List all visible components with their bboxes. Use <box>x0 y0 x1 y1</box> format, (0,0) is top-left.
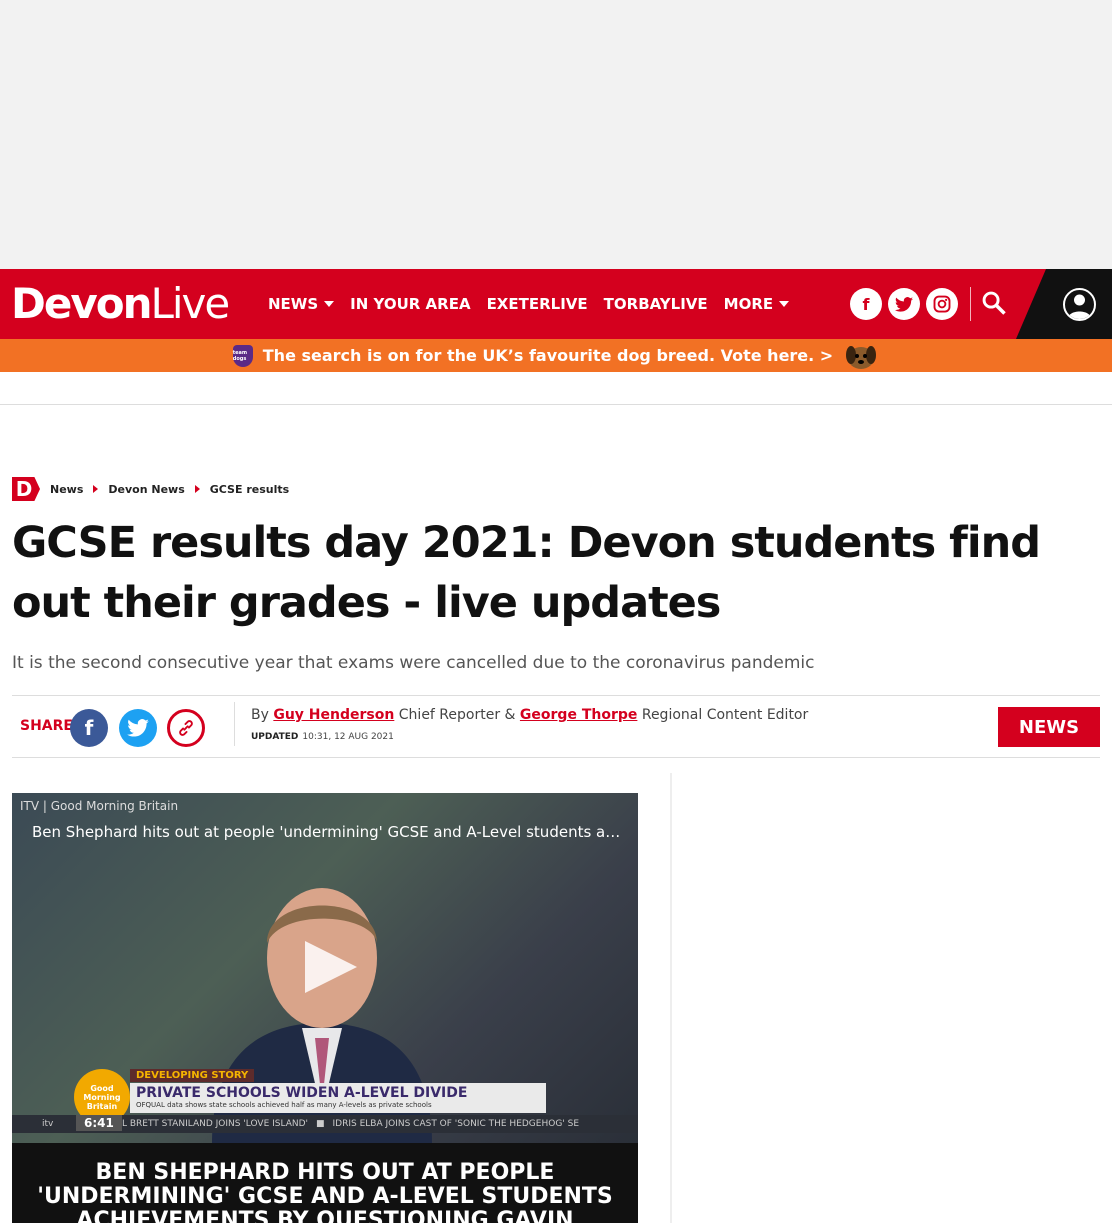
byline-prefix: By <box>251 707 269 723</box>
share-label: SHARE <box>20 718 73 734</box>
main-nav: NEWS IN YOUR AREA EXETERLIVE TORBAYLIVE … <box>268 269 790 339</box>
twitter-icon[interactable] <box>888 288 920 320</box>
nav-label: TORBAYLIVE <box>603 295 708 313</box>
sub-header-strip <box>0 372 1112 405</box>
logo-bold-text: Devon <box>11 279 152 328</box>
site-header: DevonLive NEWS IN YOUR AREA EXETERLIVE T… <box>0 269 1112 339</box>
nav-label: EXETERLIVE <box>486 295 588 313</box>
developing-story-label: DEVELOPING STORY <box>130 1069 255 1082</box>
section-tag[interactable]: NEWS <box>998 707 1100 747</box>
account-area <box>1016 269 1112 339</box>
advertisement-space <box>0 0 1112 269</box>
breadcrumb-devon-news[interactable]: Devon News <box>108 483 184 496</box>
video-caption: BEN SHEPHARD HITS OUT AT PEOPLE 'UNDERMI… <box>12 1143 638 1223</box>
header-divider <box>970 287 971 321</box>
article-standfirst: It is the second consecutive year that e… <box>12 653 815 673</box>
team-dogs-badge: team dogs <box>232 344 253 367</box>
byline-divider <box>234 702 235 746</box>
ticker-bullet: ■ <box>316 1119 325 1129</box>
nav-label: MORE <box>723 295 774 313</box>
article-headline: GCSE results day 2021: Devon students fi… <box>12 518 1041 628</box>
devonlive-d-logo[interactable]: D <box>12 477 40 501</box>
lower-third-sub: OFQUAL data shows state schools achieved… <box>136 1101 432 1109</box>
account-icon[interactable] <box>1063 288 1096 321</box>
video-player[interactable]: ITV | Good Morning Britain Ben Shephard … <box>12 793 638 1143</box>
nav-item-exeterlive[interactable]: EXETERLIVE <box>487 295 588 313</box>
author-role: Chief Reporter & <box>398 707 516 723</box>
column-divider <box>670 773 672 1223</box>
copy-link-button[interactable] <box>167 709 205 747</box>
breadcrumb-news[interactable]: News <box>50 483 83 496</box>
author-role: Regional Content Editor <box>641 707 809 723</box>
video-source: ITV | Good Morning Britain <box>20 799 179 813</box>
devonlive-logo[interactable]: DevonLive <box>11 283 230 325</box>
caret-down-icon <box>324 301 335 307</box>
updated-timestamp: UPDATED 10:31, 12 AUG 2021 <box>251 732 394 742</box>
author-link[interactable]: George Thorpe <box>520 707 637 723</box>
lower-third: PRIVATE SCHOOLS WIDEN A-LEVEL DIVIDE OFQ… <box>130 1083 546 1113</box>
promo-text: The search is on for the UK’s favourite … <box>262 346 834 365</box>
nav-item-more[interactable]: MORE <box>723 295 790 313</box>
caret-down-icon <box>779 301 790 307</box>
breadcrumb: D News Devon News GCSE results <box>12 477 289 501</box>
dog-icon <box>846 345 877 369</box>
itv-logo: itv <box>42 1119 54 1129</box>
video-title: Ben Shephard hits out at people 'undermi… <box>32 823 622 841</box>
ticker-item: IDRIS ELBA JOINS CAST OF 'SONIC THE HEDG… <box>332 1119 580 1129</box>
byline: By Guy Henderson Chief Reporter & George… <box>251 707 808 723</box>
updated-time: 10:31, 12 AUG 2021 <box>302 732 394 742</box>
video-duration: 6:41 <box>76 1115 122 1131</box>
breadcrumb-arrow-icon <box>93 485 99 493</box>
breadcrumb-gcse-results[interactable]: GCSE results <box>210 483 289 496</box>
instagram-icon[interactable] <box>926 288 958 320</box>
social-links: f <box>850 288 958 320</box>
logo-light-text: Live <box>150 279 230 328</box>
author-link[interactable]: Guy Henderson <box>273 707 394 723</box>
share-facebook-button[interactable]: f <box>70 709 108 747</box>
play-icon[interactable] <box>305 941 357 993</box>
lower-third-headline: PRIVATE SCHOOLS WIDEN A-LEVEL DIVIDE <box>136 1085 468 1101</box>
nav-item-torbaylive[interactable]: TORBAYLIVE <box>604 295 708 313</box>
updated-label: UPDATED <box>251 732 299 742</box>
promo-banner[interactable]: team dogs The search is on for the UK’s … <box>0 339 1112 372</box>
breadcrumb-arrow-icon <box>194 485 200 493</box>
byline-bar: SHARE f By Guy Henderson Chief Reporter … <box>12 695 1100 758</box>
nav-label: NEWS <box>268 295 319 313</box>
search-icon[interactable] <box>980 289 1010 319</box>
ticker-item: DEL BRETT STANILAND JOINS 'LOVE ISLAND' <box>109 1119 308 1129</box>
nav-item-in-your-area[interactable]: IN YOUR AREA <box>350 295 470 313</box>
nav-label: IN YOUR AREA <box>350 295 471 313</box>
nav-item-news[interactable]: NEWS <box>268 295 335 313</box>
facebook-icon[interactable]: f <box>850 288 882 320</box>
share-twitter-button[interactable] <box>119 709 157 747</box>
